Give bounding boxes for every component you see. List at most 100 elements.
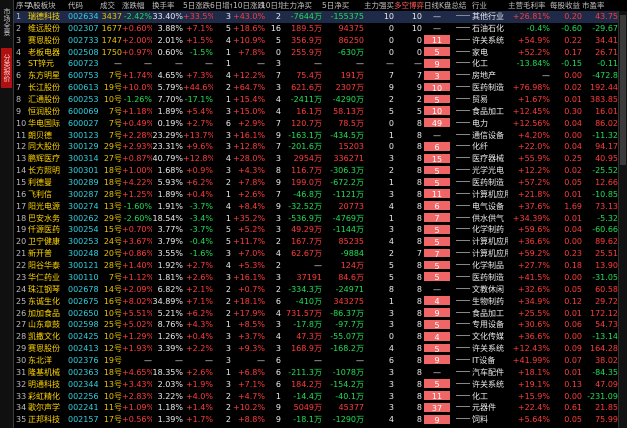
cell-mnet: 731.57万 bbox=[286, 308, 322, 318]
column-header[interactable]: 多空博弈 bbox=[394, 0, 424, 11]
cell-inc10: 1 bbox=[275, 391, 281, 401]
column-header[interactable]: 5日净买 bbox=[322, 0, 364, 11]
cell-inc6: 3 bbox=[225, 379, 231, 389]
trend-line-mark bbox=[456, 74, 470, 76]
table-row[interactable]: 34 歌尔声学 002241 11号 +1.09% 1.18% +1.4% 2 +10.2% 9 5… bbox=[14, 402, 627, 414]
cell-chg: +1.74% bbox=[122, 71, 152, 81]
table-row[interactable]: 2 维远股份 002307 1677 +0.60% 3.88% +7.1% 5 +18.6% 16… bbox=[14, 23, 627, 35]
table-row[interactable]: 20 卫宁健康 300253 24号 +3.67% 3.79% -0.4% 5 +11.7% 2 1… bbox=[14, 236, 627, 248]
cell-chg5: +6.2% bbox=[185, 178, 213, 188]
cell-mnet: 116.7万 bbox=[291, 166, 322, 176]
table-row[interactable]: 28 凯撒文化 002425 10号 +1.29% 1.26% +0.4% 3 +3.7% 4 47… bbox=[14, 331, 627, 343]
trend-line-mark bbox=[456, 394, 470, 396]
cell-name: 新开普 bbox=[28, 249, 52, 259]
cell-name: 恒润股份 bbox=[28, 106, 60, 116]
table-row[interactable]: 13 鹏辉医疗 300314 27号 +0.87% 40.79% +12.8% 4 +28.0%… bbox=[14, 153, 627, 165]
table-row[interactable]: 3 赛恩股份 002733 1747 +2.00% 2.01% +1.5% 4 +10.9% 5 3… bbox=[14, 35, 627, 47]
cell-mnet: -32.52万 bbox=[288, 201, 322, 211]
table-row[interactable]: 18 巴安水务 300262 29号 -2.60% 18.54% -3.4% 1 +35.2% 3… bbox=[14, 213, 627, 225]
table-row[interactable]: 7 长江股份 600613 19号 +10.0% 5.79% +44.6% 2 +64.7% 3 6… bbox=[14, 82, 627, 94]
tab-market-overview[interactable]: 市场全景 bbox=[1, 2, 12, 42]
cell-chg5: -17.1% bbox=[184, 95, 213, 105]
table-row[interactable]: 31 隆基机械 002363 18号 +4.65% 18.35% +2.6% 1 +6.8% 6-… bbox=[14, 367, 627, 379]
table-row[interactable]: 35 正邦科技 002157 17号 +0.56% 1.39% +1.7% 2 +8.8% 9 -1… bbox=[14, 414, 627, 426]
table-row[interactable]: 19 仟源医药 300254 15号 +0.70% 3.77% -3.7% 5 +5.2% 3 49… bbox=[14, 224, 627, 236]
cell-chg: +1.12% bbox=[122, 272, 152, 282]
vertical-tab-bar: 市场全景 分类报价 bbox=[0, 0, 14, 428]
cell-ind: 许关系统 bbox=[472, 344, 504, 354]
table-row[interactable]: 32 明通科技 002344 13号 +3.43% 2.03% +1.9% 3 +7.1% 6 18… bbox=[14, 379, 627, 391]
cell-turn: 40.79% bbox=[152, 154, 183, 164]
column-header[interactable]: 5日涨跌 bbox=[183, 0, 213, 11]
cell-eps: -0.60 bbox=[561, 23, 582, 33]
cell-net5: -24971 bbox=[335, 284, 364, 294]
column-header[interactable]: 主力强买 bbox=[364, 0, 394, 11]
cell-eps: 0.04 bbox=[564, 118, 582, 128]
table-row[interactable]: 16 飞利信 300287 28号 +1.25% 1.89% +0.4% 1 +2.6% 7 -46… bbox=[14, 189, 627, 201]
cell-eps: 0.01 bbox=[564, 367, 582, 377]
cell-vol: 3437 bbox=[101, 12, 122, 21]
cell-summary: 5 bbox=[424, 177, 450, 188]
scrollbar-thumb[interactable] bbox=[620, 15, 626, 165]
cell-ind: 化学制品 bbox=[472, 261, 504, 271]
column-header[interactable]: 日线K盘总结 bbox=[424, 0, 470, 11]
cell-vol: 18号 bbox=[103, 178, 122, 188]
trend-line-mark bbox=[456, 358, 470, 360]
cell-net5: -4290万 bbox=[332, 95, 364, 105]
cell-gm: +12.56% bbox=[512, 118, 550, 128]
cell-mnet: -211.3万 bbox=[288, 367, 322, 377]
table-row[interactable]: 6 东方明星 600753 7号 +1.74% 4.65% +7.3% 4 +12.2% 7 75.… bbox=[14, 70, 627, 82]
cell-inc6: 6 bbox=[225, 118, 231, 128]
cell-inc10: 9 bbox=[275, 201, 281, 211]
table-row[interactable]: 17 阳光电源 300274 13号 -1.60% 1.91% -3.7% 4 +8.4% 9 -3… bbox=[14, 201, 627, 213]
cell-chg: +2.28% bbox=[122, 130, 152, 140]
table-row[interactable]: 29 赛恩股份 002413 12号 +1.93% 3.39% +2.2% 3 +9.3% 3 16… bbox=[14, 343, 627, 355]
table-row[interactable]: 4 老板电器 002508 1750 +0.97% 0.60% -1.5% 1 +7.8% 0 25… bbox=[14, 47, 627, 59]
table-row[interactable]: 10 华电国际 600027 7号 +0.49% 0.19% +2.7% 6 +2.9% 7 120… bbox=[14, 118, 627, 130]
table-row[interactable]: 26 加加食品 002650 10号 +5.51% 5.21% +6.2% 2 +17.9% 4 7… bbox=[14, 308, 627, 320]
column-header[interactable]: 主营毛利率 bbox=[508, 0, 550, 11]
vertical-scrollbar[interactable] bbox=[618, 11, 627, 428]
column-header[interactable]: 市盈率 bbox=[582, 0, 618, 11]
table-row[interactable]: 11 朗贝德 300123 7号 +2.28% 23.29% +13.7% 3 +16.1% 9-… bbox=[14, 130, 627, 142]
column-header[interactable]: A股板块 bbox=[28, 0, 68, 11]
column-header[interactable]: 代码 bbox=[68, 0, 100, 11]
column-header[interactable]: 6日增仓 bbox=[210, 0, 232, 11]
column-header[interactable]: 行业 bbox=[472, 0, 508, 11]
cell-eps: -0.15 bbox=[561, 59, 582, 69]
cell-summary: — bbox=[433, 284, 441, 294]
table-row[interactable]: 21 新开普 300248 20号 +0.86% 3.55% -1.6% 3 +7.0% 4 62.… bbox=[14, 248, 627, 260]
column-header[interactable]: 涨跌幅 bbox=[122, 0, 152, 11]
table-row[interactable]: 25 东诚生化 002675 16号 +8.02% 34.89% +7.1% 2 +18.1% 6… bbox=[14, 296, 627, 308]
table-row[interactable]: 9 恒润股份 600069 7号 +1.18% 1.89% +5.4% 3 +15.0% 4 16.… bbox=[14, 106, 627, 118]
cell-vol: 29号 bbox=[103, 142, 122, 152]
column-header[interactable]: 10日增仓 bbox=[261, 0, 283, 11]
tab-category-quotes[interactable]: 分类报价 bbox=[1, 48, 12, 88]
table-row[interactable]: 12 同大股份 300129 29号 +2.93% 23.31% +9.6% 3 +12.8% 7… bbox=[14, 141, 627, 153]
table-row[interactable]: 22 阳谷华泰 300121 28号 +1.40% 1.92% +2.7% 4 +5.3% 2—1… bbox=[14, 260, 627, 272]
table-row[interactable]: 23 华仁药业 300110 7号 +1.12% 1.81% +2.6% 3 +16.1% 3 37… bbox=[14, 272, 627, 284]
cell-game: 8 bbox=[416, 320, 422, 330]
cell-summary: 11 bbox=[424, 391, 450, 401]
table-row[interactable]: 33 彩虹精化 002256 10号 +2.83% 3.22% +4.0% 2 +4.7% 1 -1… bbox=[14, 391, 627, 403]
column-header[interactable]: 换手率 bbox=[152, 0, 183, 11]
table-row[interactable]: 1 瑞德科技 002634 3437 -2.42% 33.40% +33.5% 3 +43.0%… bbox=[14, 11, 627, 23]
cell-game: 7 bbox=[416, 249, 422, 259]
table-row[interactable]: 30 东北洋 002376 19号 — — —3—6— —6 8 9 IT设备 +41.99% 0.07… bbox=[14, 355, 627, 367]
column-header[interactable]: 成交 bbox=[100, 0, 122, 11]
table-row[interactable]: 14 长方照明 300301 18号 +1.00% 1.68% +0.9% 3 +4.3% 8 11… bbox=[14, 165, 627, 177]
column-header[interactable]: 每股收益 bbox=[550, 0, 582, 11]
cell-pe: 54.73 bbox=[595, 320, 618, 330]
table-row[interactable]: 24 珠江钢琴 002678 14号 +2.09% 6.82% +2.1% 2 +0.7% 2 -3… bbox=[14, 284, 627, 296]
table-row[interactable]: 8 汇通股份 600253 10号 -1.26% 7.70% -17.1% 1 +15.4% 4-… bbox=[14, 94, 627, 106]
cell-code: 300287 bbox=[68, 189, 99, 199]
table-row[interactable]: 5 ST锌元 600723— — — —1—3— — — —9 化工 -13.84% -0.15 -0.… bbox=[14, 58, 627, 70]
cell-mbuy: 9 bbox=[388, 83, 394, 93]
cell-ind: 元器件 bbox=[472, 403, 496, 413]
column-header[interactable]: 主力净买 bbox=[282, 0, 322, 11]
cell-inc6: 4 bbox=[225, 71, 231, 81]
table-row[interactable]: 1 5 利德曼 300289 18号 +4.22% 5.93% +6.2% 2 +7.8% 9 199… bbox=[14, 177, 627, 189]
table-row[interactable]: 27 山东章鼓 002598 25号 +5.02% 8.76% +4.3% 1 +8.5% 3 -1… bbox=[14, 319, 627, 331]
cell-game: 8 bbox=[416, 225, 422, 235]
cell-ind: 通信设备 bbox=[472, 130, 504, 140]
